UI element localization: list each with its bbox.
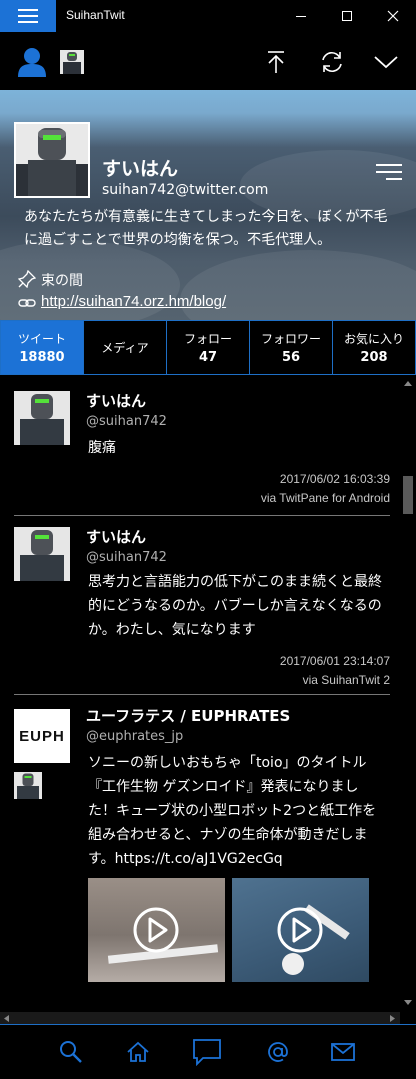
- home-button[interactable]: [123, 1037, 153, 1067]
- maximize-button[interactable]: [324, 0, 370, 32]
- tab-followers[interactable]: フォロワー 56: [250, 320, 333, 375]
- tweet-timestamp: 2017/06/01 23:14:07: [279, 654, 390, 668]
- scrollbar-thumb[interactable]: [403, 476, 413, 514]
- play-icon: [133, 907, 179, 953]
- tab-count: 56: [281, 350, 301, 365]
- avatar: [14, 527, 70, 581]
- media-ball: [282, 953, 304, 975]
- play-icon: [277, 907, 323, 953]
- direct-mail-button[interactable]: [328, 1037, 358, 1067]
- tweet-author-name[interactable]: すいはん: [86, 526, 146, 547]
- account-button[interactable]: [14, 44, 50, 80]
- retweeter-avatar[interactable]: [14, 772, 42, 799]
- chevron-down-icon: [374, 56, 398, 69]
- tab-favorites[interactable]: お気に入り 208: [333, 320, 416, 375]
- refresh-button[interactable]: [314, 44, 350, 80]
- envelope-icon: [331, 1043, 355, 1061]
- tweet-item[interactable]: EUPH ユーフラテス / EUPHRATES @euphrates_jp ソニ…: [0, 695, 400, 1012]
- tab-following[interactable]: フォロー 47: [167, 320, 250, 375]
- scroll-down-arrow-icon: [404, 1000, 412, 1005]
- tweet-text: 腹痛: [88, 440, 116, 456]
- avatar: [14, 391, 70, 445]
- tab-label: ツイート: [17, 332, 66, 346]
- minimize-button[interactable]: [278, 0, 324, 32]
- profile-url-link[interactable]: http://suihan74.orz.hm/blog/: [41, 293, 226, 310]
- profile-name: すいはん: [102, 158, 179, 180]
- scroll-left-arrow-icon: [4, 1015, 9, 1022]
- chat-bubble-icon: [193, 1039, 221, 1066]
- profile-handle: suihan742@twitter.com: [102, 182, 269, 198]
- tweet-author-handle[interactable]: @euphrates_jp: [86, 729, 183, 744]
- vertical-scrollbar[interactable]: [400, 376, 416, 1012]
- app-title: SuihanTwit: [66, 8, 125, 22]
- at-icon: [268, 1042, 288, 1062]
- close-button[interactable]: [370, 0, 416, 32]
- avatar: [14, 772, 42, 799]
- tab-label: メディア: [101, 341, 149, 355]
- tweet-source: via TwitPane for Android: [260, 491, 390, 505]
- scroll-to-top-button[interactable]: [258, 44, 294, 80]
- tweet-avatar[interactable]: [14, 391, 70, 445]
- tab-count: 47: [198, 350, 218, 365]
- mentions-button[interactable]: [263, 1037, 293, 1067]
- tweet-item[interactable]: すいはん @suihan742 思考力と言語能力の低下がこのまま続くと最終的にど…: [0, 516, 400, 695]
- profile-menu-button[interactable]: [376, 162, 404, 182]
- hamburger-menu-button[interactable]: [0, 0, 56, 32]
- arrow-up-to-top-icon: [268, 51, 284, 73]
- hamburger-icon: [18, 9, 38, 23]
- tweet-author-handle[interactable]: @suihan742: [86, 414, 167, 429]
- search-button[interactable]: [56, 1037, 86, 1067]
- pin-icon: [18, 270, 36, 288]
- tweet-item[interactable]: すいはん @suihan742 腹痛 2017/06/02 16:03:39 v…: [0, 376, 400, 516]
- scroll-up-arrow-icon: [404, 381, 412, 386]
- maximize-icon: [342, 11, 352, 21]
- title-bar: SuihanTwit: [0, 0, 416, 32]
- avatar: [16, 124, 88, 196]
- profile-avatar[interactable]: [14, 122, 90, 198]
- tab-label: フォロー: [183, 332, 232, 346]
- profile-header: すいはん suihan742@twitter.com あなたたちが有意義に生きて…: [0, 90, 416, 320]
- tweet-text: ソニーの新しいおもちゃ「toio」のタイトル『工作生物 ゲズンロイド』発表になり…: [88, 755, 377, 867]
- bottom-navigation: [0, 1024, 416, 1079]
- search-icon: [60, 1041, 82, 1063]
- tweet-media: [88, 878, 388, 982]
- tab-media[interactable]: メディア: [84, 320, 167, 375]
- tweet-source: via SuihanTwit 2: [302, 673, 390, 687]
- account-avatar-small[interactable]: [58, 44, 86, 80]
- tab-count: 18880: [19, 350, 65, 365]
- close-icon: [387, 10, 399, 22]
- tweet-author-name[interactable]: すいはん: [86, 390, 146, 411]
- toolbar: [0, 32, 416, 90]
- messages-button[interactable]: [190, 1037, 224, 1067]
- tweet-timestamp: 2017/06/02 16:03:39: [279, 472, 390, 486]
- person-icon: [18, 48, 46, 77]
- tab-tweets[interactable]: ツイート 18880: [0, 320, 84, 375]
- refresh-icon: [322, 52, 342, 72]
- scroll-right-arrow-icon: [390, 1015, 395, 1022]
- tweet-avatar[interactable]: EUPH: [14, 709, 70, 763]
- tweet-author-name[interactable]: ユーフラテス / EUPHRATES: [86, 705, 290, 726]
- home-icon: [127, 1041, 149, 1062]
- expand-button[interactable]: [368, 44, 404, 80]
- timeline[interactable]: すいはん @suihan742 腹痛 2017/06/02 16:03:39 v…: [0, 376, 400, 1012]
- media-thumbnail[interactable]: [88, 878, 225, 982]
- minimize-icon: [296, 16, 306, 17]
- tab-label: フォロワー: [260, 332, 321, 346]
- link-icon: [18, 299, 36, 307]
- tab-label: お気に入り: [343, 332, 404, 346]
- tweet-avatar[interactable]: [14, 527, 70, 581]
- profile-location: 束の間: [41, 273, 83, 289]
- profile-bio: あなたたちが有意義に生きてしまった今日を、ぼくが不毛に過ごすことで世界の均衡を保…: [24, 209, 388, 248]
- horizontal-scrollbar[interactable]: [0, 1012, 400, 1024]
- tab-count: 208: [360, 350, 388, 365]
- tweet-text: 思考力と言語能力の低下がこのまま続くと最終的にどうなるのか。バブーしか言えなくな…: [88, 574, 382, 638]
- media-thumbnail[interactable]: [232, 878, 369, 982]
- avatar: [60, 50, 84, 74]
- tweet-author-handle[interactable]: @suihan742: [86, 550, 167, 565]
- list-menu-icon: [376, 164, 402, 180]
- profile-tabs: ツイート 18880 メディア フォロー 47 フォロワー 56 お気に入り 2…: [0, 320, 416, 375]
